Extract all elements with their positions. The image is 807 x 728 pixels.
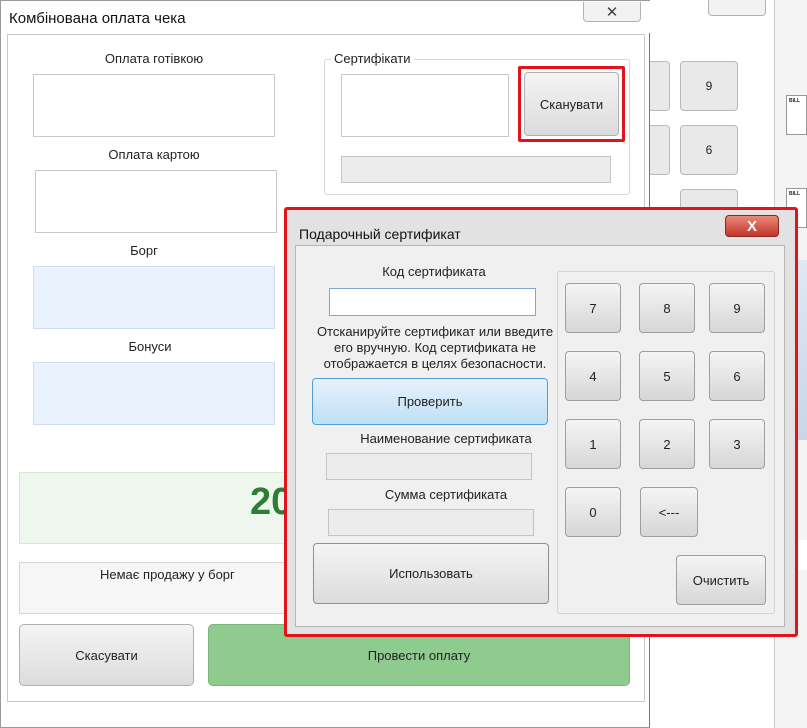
certificates-list[interactable]	[341, 74, 509, 137]
check-button[interactable]: Проверить	[312, 378, 548, 425]
card-input[interactable]	[35, 170, 277, 233]
window-titlebar: Комбінована оплата чека	[1, 1, 651, 33]
keypad-key-8[interactable]: 8	[639, 283, 695, 333]
keypad-key-9[interactable]: 9	[709, 283, 765, 333]
close-icon: X	[746, 217, 757, 235]
keypad-key-4[interactable]: 4	[565, 351, 621, 401]
close-icon: ✕	[605, 3, 619, 21]
background-key-9[interactable]: 9	[680, 61, 738, 111]
keypad-key-2[interactable]: 2	[639, 419, 695, 469]
keypad-key-7[interactable]: 7	[565, 283, 621, 333]
sum-label: Сумма сертификата	[384, 487, 508, 502]
debt-label: Борг	[130, 243, 158, 258]
bill-icon-label: BILL	[789, 98, 801, 104]
certificate-status-field	[341, 156, 611, 183]
bill-icon: BILL	[786, 95, 807, 135]
sum-field	[328, 509, 534, 536]
bonus-label: Бонуси	[128, 339, 172, 354]
name-label: Наименование сертификата	[360, 431, 532, 446]
bill-icon-label: BILL	[789, 191, 801, 197]
gift-certificate-dialog: Подарочный сертификат X Код сертификата …	[287, 210, 795, 634]
debt-message: Немає продажу у борг	[100, 567, 235, 582]
keypad-key-1[interactable]: 1	[565, 419, 621, 469]
code-hint: Отсканируйте сертификат или введите его …	[316, 324, 554, 371]
window-title: Комбінована оплата чека	[9, 10, 186, 27]
dialog-titlebar: Подарочный сертификат	[287, 210, 795, 244]
debt-input[interactable]	[33, 266, 275, 329]
scan-button[interactable]: Сканувати	[524, 72, 619, 136]
clear-button[interactable]: Очистить	[676, 555, 766, 605]
dialog-body: Код сертификата Отсканируйте сертификат …	[295, 245, 785, 627]
dialog-close-button[interactable]: X	[725, 215, 779, 237]
keypad-key-0[interactable]: 0	[565, 487, 621, 537]
background-key-partial[interactable]	[648, 125, 670, 175]
background-close-button[interactable]	[708, 0, 766, 16]
code-input[interactable]	[329, 288, 536, 316]
card-label: Оплата картою	[108, 147, 200, 162]
certificates-legend: Сертифікати	[331, 51, 414, 66]
bonus-input[interactable]	[33, 362, 275, 425]
name-field	[326, 453, 532, 480]
dialog-title: Подарочный сертификат	[299, 226, 461, 242]
keypad-backspace[interactable]: <---	[640, 487, 698, 537]
background-key-partial[interactable]	[648, 61, 670, 111]
cash-input[interactable]	[33, 74, 275, 137]
cancel-button[interactable]: Скасувати	[19, 624, 194, 686]
keypad-key-3[interactable]: 3	[709, 419, 765, 469]
use-button[interactable]: Использовать	[313, 543, 549, 604]
background-key-6[interactable]: 6	[680, 125, 738, 175]
cash-label: Оплата готівкою	[104, 51, 204, 66]
code-label: Код сертификата	[382, 264, 486, 279]
keypad-key-5[interactable]: 5	[639, 351, 695, 401]
close-button[interactable]: ✕	[583, 2, 641, 22]
keypad-key-6[interactable]: 6	[709, 351, 765, 401]
